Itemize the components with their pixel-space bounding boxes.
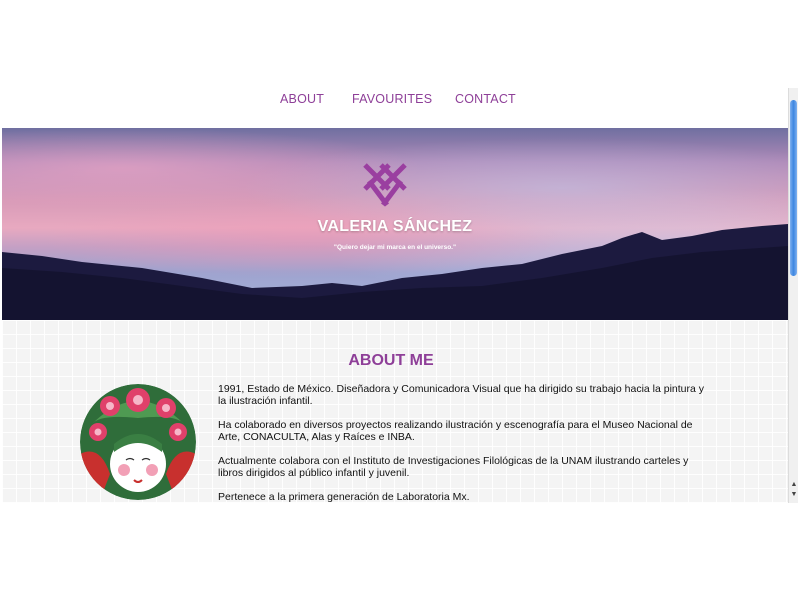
about-text: 1991, Estado de México. Diseñadora y Com… (218, 383, 714, 503)
about-title-text: ABOUT ME (348, 352, 434, 369)
about-section: ABOUT ME 1991, Estado de México. Diseñad… (2, 320, 788, 503)
about-paragraph-4: Pertenece a la primera generación de Lab… (218, 491, 470, 503)
about-paragraph-2: Ha colaborado en diversos proyectos real… (218, 419, 693, 443)
top-nav: ABOUT FAVOURITES CONTACT (2, 88, 788, 128)
hero-quote: "Quiero dejar mi marca en el universo." (333, 244, 457, 251)
nav-about-link[interactable]: ABOUT (280, 92, 324, 106)
scrollbar-thumb[interactable] (790, 100, 797, 276)
about-paragraph-3: Actualmente colabora con el Instituto de… (218, 455, 689, 479)
browser-viewport: ABOUT FAVOURITES CONTACT VALERIA SÁNCHEZ… (2, 88, 798, 503)
hero-banner: VALERIA SÁNCHEZ "Quiero dejar mi marca e… (2, 128, 788, 320)
nav-favourites-link[interactable]: FAVOURITES (352, 92, 432, 106)
about-title: ABOUT ME (2, 352, 788, 370)
vertical-scrollbar[interactable]: ▲ ▼ (788, 88, 798, 503)
logo-icon (363, 163, 407, 207)
hero-name: VALERIA SÁNCHEZ (317, 218, 473, 235)
portrait-image (80, 384, 196, 500)
nav-contact-link[interactable]: CONTACT (455, 92, 516, 106)
scroll-down-arrow-icon[interactable]: ▼ (789, 490, 798, 500)
scroll-up-arrow-icon[interactable]: ▲ (789, 480, 798, 490)
about-paragraph-1: 1991, Estado de México. Diseñadora y Com… (218, 383, 705, 407)
